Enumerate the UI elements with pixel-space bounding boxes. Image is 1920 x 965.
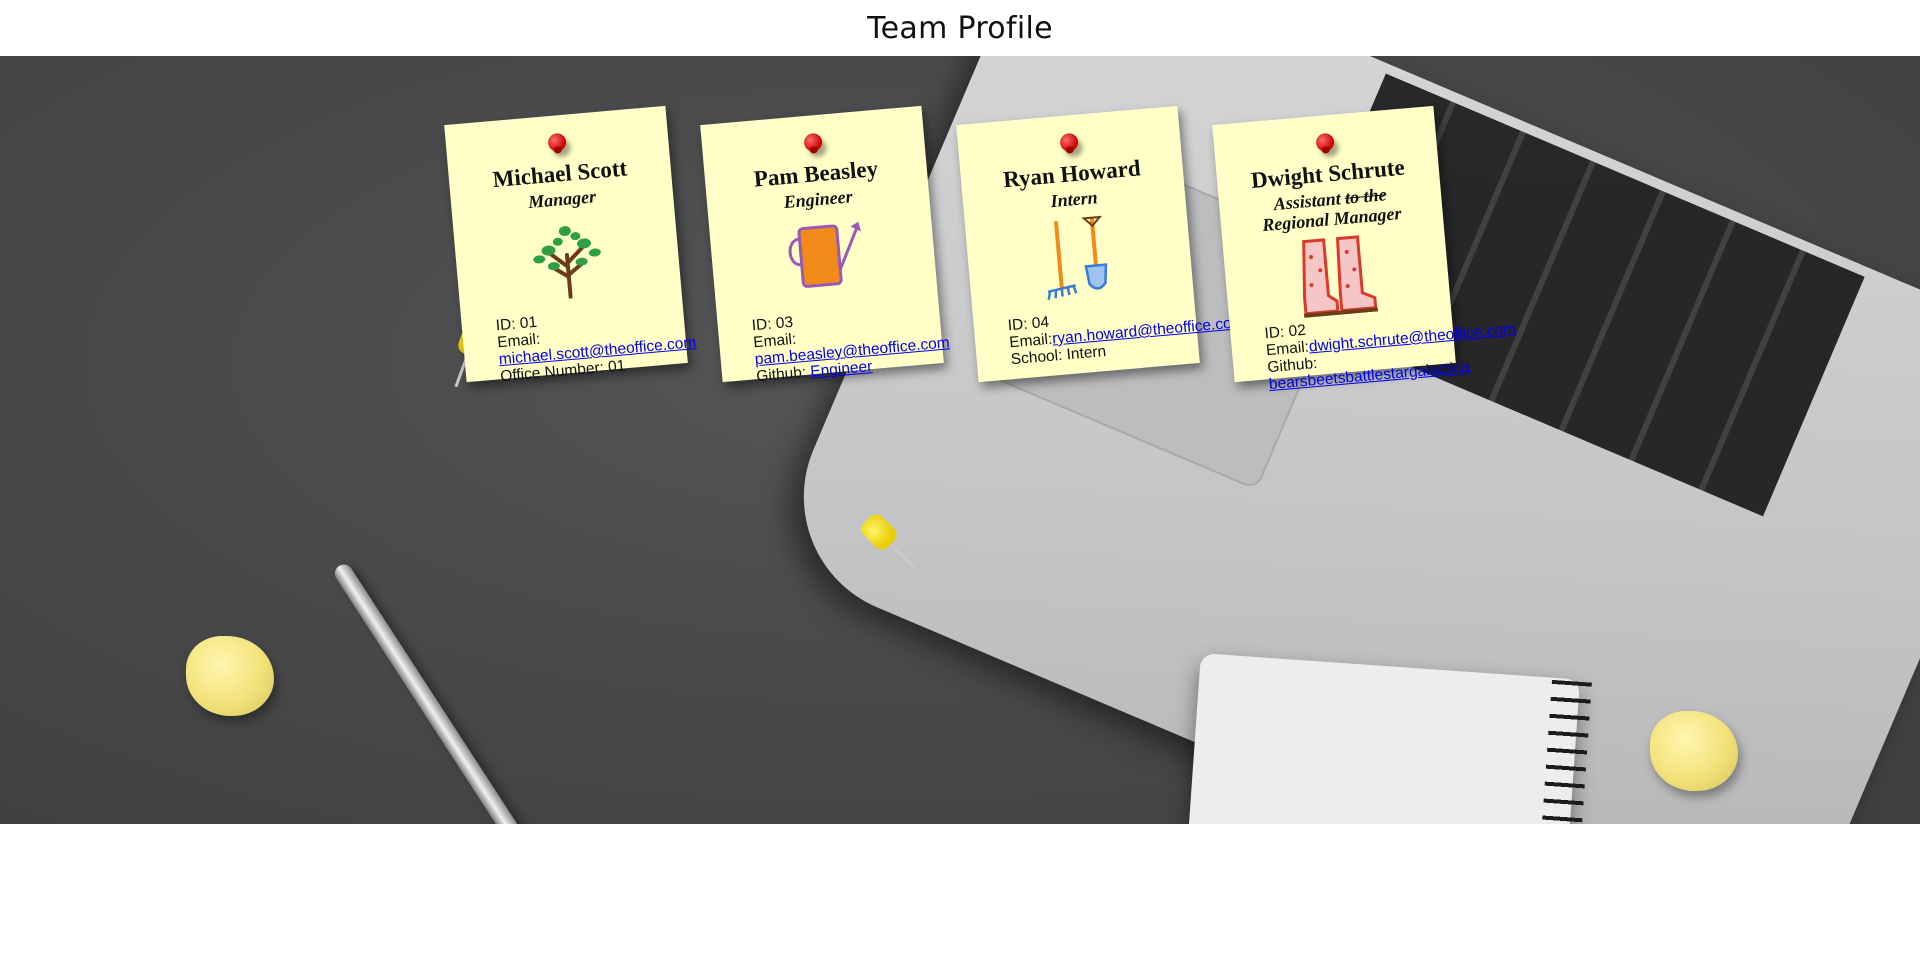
notebook-image (1179, 653, 1581, 824)
page-header: Team Profile (0, 0, 1920, 56)
employee-card-michael-scott: Michael Scott Manager ID: 01 Email: mich… (444, 105, 697, 385)
rake-and-shovel-icon (1047, 215, 1108, 300)
employee-card-dwight-schrute: Dwight Schrute Assistant to the Regional… (1212, 105, 1516, 393)
employee-card-pam-beasley: Pam Beasley Engineer ID: 03 Email: pam.b… (700, 105, 950, 386)
red-pushpin-icon (547, 132, 567, 153)
crumpled-paper-icon (186, 636, 274, 716)
github-label: Github: (755, 363, 807, 386)
rain-boots-icon (1302, 235, 1379, 318)
red-pushpin-icon (803, 132, 823, 153)
watering-can-icon (788, 221, 862, 288)
page-title: Team Profile (867, 10, 1053, 46)
employee-card-ryan-howard: Ryan Howard Intern ID: 04 Email:ryan.how… (956, 105, 1245, 383)
red-pushpin-icon (1059, 132, 1079, 153)
red-pushpin-icon (1315, 132, 1335, 153)
employee-info: ID: 01 Email: michael.scott@theoffice.co… (495, 300, 698, 385)
tree-icon (533, 226, 601, 299)
pen-image (331, 561, 521, 824)
desk-background: Michael Scott Manager ID: 01 Email: mich… (0, 56, 1920, 824)
